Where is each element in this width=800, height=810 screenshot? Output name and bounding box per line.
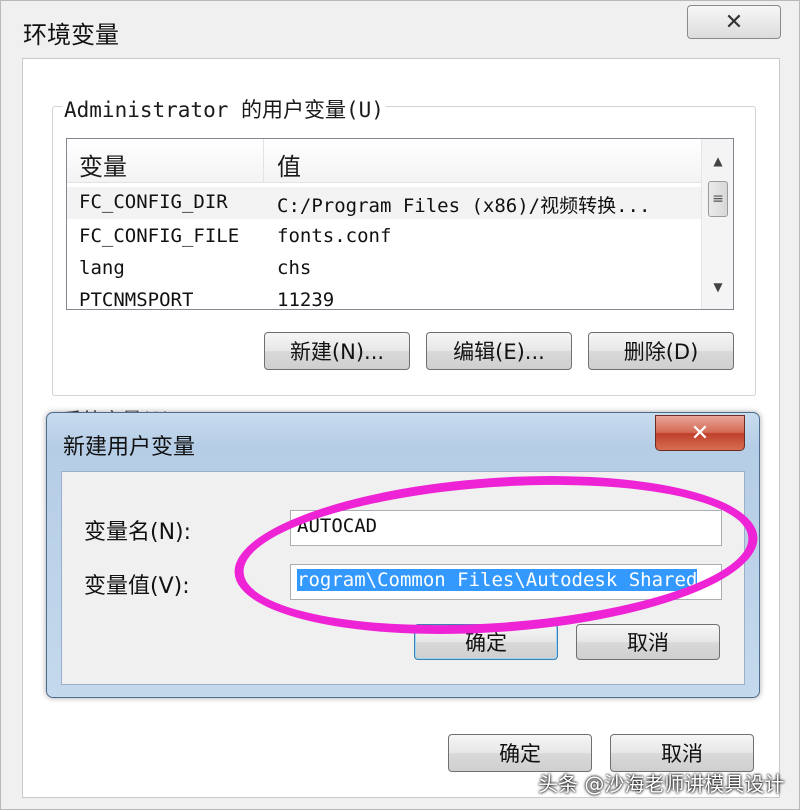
- row-name: FC_CONFIG_FILE: [79, 225, 240, 247]
- row-value: fonts.conf: [277, 225, 392, 247]
- row-value: chs: [277, 257, 312, 279]
- footer-cancel-button[interactable]: 取消: [610, 734, 754, 772]
- row-name: FC_CONFIG_DIR: [79, 191, 228, 213]
- list-header: 变量 值: [67, 139, 701, 183]
- footer-ok-button[interactable]: 确定: [448, 734, 592, 772]
- user-variables-list[interactable]: 变量 值 FC_CONFIG_DIR C:/Program Files (x86…: [66, 138, 734, 310]
- table-row[interactable]: PTCNMSPORT 11239: [67, 285, 701, 310]
- scroll-up-icon[interactable]: ▲: [702, 143, 733, 179]
- variable-value-label: 变量值(V):: [84, 574, 190, 599]
- window-close-button[interactable]: ✕: [687, 5, 781, 39]
- row-name: lang: [79, 257, 125, 279]
- watermark-text: 头条 @沙海老师讲模具设计: [538, 772, 785, 796]
- edit-variable-button[interactable]: 编辑(E)...: [426, 332, 572, 370]
- window-title: 环境变量: [23, 21, 119, 49]
- row-name: PTCNMSPORT: [79, 289, 194, 310]
- dialog-title: 新建用户变量: [63, 435, 196, 460]
- close-icon: ✕: [690, 420, 710, 446]
- table-row[interactable]: FC_CONFIG_FILE fonts.conf: [67, 221, 701, 253]
- row-value: 11239: [277, 289, 335, 310]
- column-divider[interactable]: [263, 139, 264, 183]
- scroll-thumb[interactable]: ≡: [708, 181, 728, 217]
- table-row[interactable]: lang chs: [67, 253, 701, 285]
- column-header-value[interactable]: 值: [277, 147, 301, 182]
- dialog-close-button[interactable]: ✕: [655, 415, 745, 451]
- user-variables-label: Administrator 的用户变量(U): [62, 94, 386, 124]
- close-icon: ✕: [724, 9, 744, 35]
- variable-name-label: 变量名(N):: [84, 520, 192, 545]
- table-row[interactable]: FC_CONFIG_DIR C:/Program Files (x86)/视频转…: [67, 187, 701, 219]
- dialog-cancel-button[interactable]: 取消: [576, 624, 720, 660]
- list-scrollbar[interactable]: ▲ ≡ ▼: [701, 139, 733, 309]
- scroll-down-icon[interactable]: ▼: [702, 269, 733, 305]
- delete-variable-button[interactable]: 删除(D): [588, 332, 734, 370]
- row-value: C:/Program Files (x86)/视频转换...: [277, 195, 651, 217]
- column-header-variable[interactable]: 变量: [79, 147, 127, 182]
- new-variable-button[interactable]: 新建(N)...: [264, 332, 410, 370]
